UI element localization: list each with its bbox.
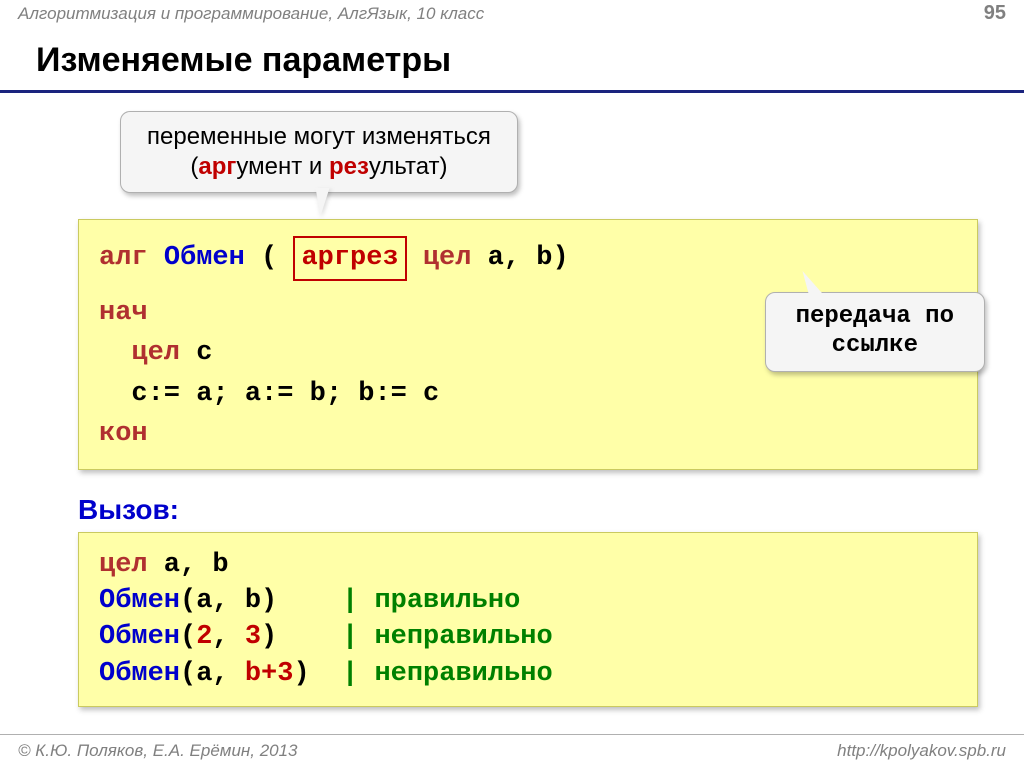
footer-copyright: © К.Ю. Поляков, Е.А. Ерёмин, 2013 [18, 741, 298, 761]
subheading-call: Вызов: [78, 494, 984, 526]
callout-mutable: переменные могут изменяться (аргумент и … [120, 111, 518, 193]
callout-line1: переменные могут изменяться [147, 123, 491, 150]
page-number: 95 [984, 2, 1006, 25]
code-line: Обмен(2, 3) | неправильно [99, 619, 957, 655]
code-line: алг Обмен ( аргрез цел a, b) [99, 236, 957, 281]
code-line: кон [99, 414, 957, 455]
code-line: Обмен(a, b) | правильно [99, 583, 957, 619]
code-line: цел a, b [99, 547, 957, 583]
callout-line2: (аргумент и результат) [190, 153, 447, 180]
content: переменные могут изменяться (аргумент и … [0, 93, 1024, 707]
code-block-call: цел a, b Обмен(a, b) | правильно Обмен(2… [78, 532, 978, 708]
code-line: Обмен(a, b+3) | неправильно [99, 656, 957, 692]
page-title: Изменяемые параметры [0, 27, 1024, 93]
code-block-definition: алг Обмен ( аргрез цел a, b) нач цел c c… [78, 219, 978, 470]
footer-bar: © К.Ю. Поляков, Е.А. Ерёмин, 2013 http:/… [0, 734, 1024, 767]
code-line [99, 281, 957, 293]
callout-ref-line1: передача по [796, 303, 954, 330]
code-line: c:= a; a:= b; b:= c [99, 374, 957, 415]
callout-reference: передача по ссылке [765, 292, 985, 372]
argrez-box: аргрез [293, 236, 406, 281]
breadcrumb: Алгоритмизация и программирование, АлгЯз… [18, 4, 484, 24]
footer-url: http://kpolyakov.spb.ru [837, 741, 1006, 761]
callout-ref-line2: ссылке [832, 332, 918, 359]
header-bar: Алгоритмизация и программирование, АлгЯз… [0, 0, 1024, 27]
